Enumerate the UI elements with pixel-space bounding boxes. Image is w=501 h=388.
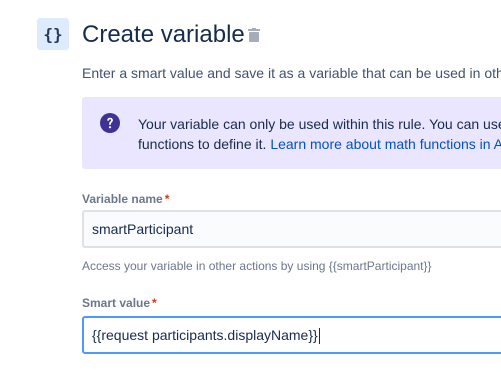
info-text: Your variable can only be used within th… [138, 114, 501, 154]
info-text-line2-plain: functions to define it. [138, 136, 267, 152]
variable-name-value: smartParticipant [92, 221, 194, 237]
variable-name-label-text: Variable name [82, 192, 163, 206]
math-functions-link[interactable]: Learn more about math functions in A [270, 136, 501, 152]
required-mark: * [164, 192, 170, 206]
variable-name-input[interactable]: smartParticipant [82, 210, 501, 248]
variable-braces-glyph: {} [43, 24, 63, 44]
smart-value-label: Smart value * [82, 296, 157, 310]
variable-braces-icon: {} [37, 18, 69, 50]
smart-value-label-text: Smart value [82, 296, 151, 310]
info-text-line2: functions to define it. Learn more about… [138, 134, 501, 154]
trash-icon[interactable] [248, 28, 260, 42]
variable-name-helper: Access your variable in other actions by… [82, 259, 432, 273]
variable-name-label: Variable name * [82, 192, 169, 206]
info-panel: Your variable can only be used within th… [82, 97, 501, 169]
page-subtitle: Enter a smart value and save it as a var… [82, 65, 501, 81]
info-text-line1: Your variable can only be used within th… [138, 116, 501, 132]
smart-value-input[interactable]: {{request participants.displayName}} [82, 316, 501, 354]
smart-value-text: {{request participants.displayName}} [92, 327, 318, 343]
required-mark: * [152, 296, 157, 310]
question-circle-icon [100, 113, 120, 133]
page-title: Create variable [82, 21, 245, 48]
text-caret [318, 328, 320, 345]
